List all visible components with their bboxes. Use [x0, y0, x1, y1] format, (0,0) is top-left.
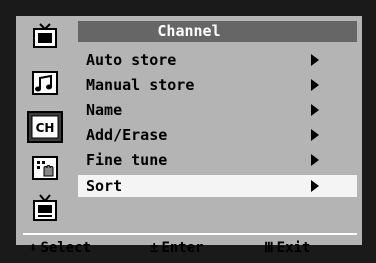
- pip-icon: [33, 194, 57, 221]
- footer-divider: [23, 233, 357, 235]
- submenu-arrow-icon: [311, 104, 319, 116]
- submenu-arrow-icon: [311, 154, 319, 166]
- footer-hints: ⬍ Select ± Enter Ⅲ Exit: [16, 236, 362, 260]
- menu-item-label: Fine tune: [86, 151, 168, 169]
- plus-minus-icon: ±: [150, 240, 159, 256]
- menu-icon: Ⅲ: [264, 240, 274, 256]
- hint-exit-label: Exit: [276, 240, 311, 256]
- menu-item-name[interactable]: Name: [78, 99, 357, 121]
- menu-item-label: Auto store: [86, 51, 177, 69]
- channel-icon-label: CH: [36, 121, 55, 135]
- hint-enter-label: Enter: [161, 240, 204, 256]
- function-icon: [32, 156, 58, 180]
- menu-item-auto-store[interactable]: Auto store: [78, 49, 357, 71]
- menu-item-label: Add/Erase: [86, 126, 168, 144]
- menu-item-label: Name: [86, 101, 123, 119]
- menu-title: Channel: [157, 22, 221, 40]
- sidebar-item-sound[interactable]: [23, 68, 67, 98]
- sound-icon: [32, 71, 58, 95]
- channel-icon: CH: [27, 111, 63, 143]
- sidebar-item-pip[interactable]: [23, 193, 67, 223]
- category-sidebar: CH: [23, 21, 67, 229]
- sidebar-item-function[interactable]: [23, 153, 67, 183]
- submenu-arrow-icon: [311, 180, 319, 192]
- hint-enter: ± Enter: [150, 240, 204, 256]
- menu-item-sort[interactable]: Sort: [78, 175, 357, 197]
- up-down-arrow-icon: ⬍: [29, 240, 38, 256]
- menu-item-label: Sort: [86, 177, 123, 195]
- menu-item-manual-store[interactable]: Manual store: [78, 74, 357, 96]
- menu-item-add-erase[interactable]: Add/Erase: [78, 124, 357, 146]
- hint-select-label: Select: [40, 240, 92, 256]
- sidebar-item-channel[interactable]: CH: [23, 110, 67, 144]
- menu-item-label: Manual store: [86, 76, 195, 94]
- picture-icon: [33, 23, 57, 48]
- hint-exit: Ⅲ Exit: [264, 240, 310, 256]
- menu-item-fine-tune[interactable]: Fine tune: [78, 149, 357, 171]
- submenu-arrow-icon: [311, 79, 319, 91]
- submenu-arrow-icon: [311, 129, 319, 141]
- hint-select: ⬍ Select: [29, 240, 91, 256]
- sidebar-item-picture[interactable]: [23, 21, 67, 51]
- submenu-arrow-icon: [311, 54, 319, 66]
